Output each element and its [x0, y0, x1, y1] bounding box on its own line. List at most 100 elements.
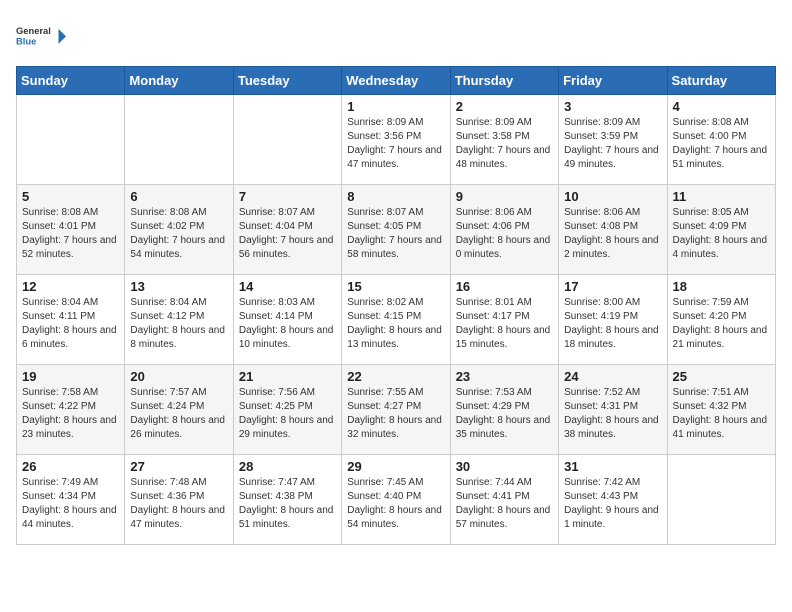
- calendar-cell: 9Sunrise: 8:06 AM Sunset: 4:06 PM Daylig…: [450, 185, 558, 275]
- calendar-cell: 29 Sunrise: 7:45 AM Sunset: 4:40 PM Dayli…: [342, 455, 450, 545]
- weekday-header: Wednesday: [342, 67, 450, 95]
- day-info: Sunrise: 8:05 AM Sunset: 4:09 PM Dayligh…: [673, 206, 770, 262]
- day-info: Sunrise: 8:06 AM Sunset: 4:08 PM Dayligh…: [564, 206, 661, 262]
- calendar-cell: 16Sunrise: 8:01 AM Sunset: 4:17 PM Dayli…: [450, 275, 558, 365]
- day-number: 7: [239, 189, 336, 204]
- logo: General Blue: [16, 16, 66, 58]
- day-number: 22: [347, 369, 444, 384]
- day-info: Sunrise: 7:52 AM Sunset: 4:31 PM Dayligh…: [564, 386, 661, 442]
- day-number: 25: [673, 369, 770, 384]
- weekday-header: Monday: [125, 67, 233, 95]
- calendar-cell: 11 Sunrise: 8:05 AM Sunset: 4:09 PM Dayli…: [667, 185, 775, 275]
- day-info: Sunrise: 8:09 AM Sunset: 3:56 PM Dayligh…: [347, 116, 444, 172]
- calendar-cell: 19Sunrise: 7:58 AM Sunset: 4:22 PM Dayli…: [17, 365, 125, 455]
- day-info: Sunrise: 8:07 AM Sunset: 4:04 PM Dayligh…: [239, 206, 336, 262]
- day-info: Sunrise: 7:56 AM Sunset: 4:25 PM Dayligh…: [239, 386, 336, 442]
- day-number: 6: [130, 189, 227, 204]
- day-number: 10: [564, 189, 661, 204]
- day-info: Sunrise: 7:58 AM Sunset: 4:22 PM Dayligh…: [22, 386, 119, 442]
- calendar-cell: 4Sunrise: 8:08 AM Sunset: 4:00 PM Daylig…: [667, 95, 775, 185]
- calendar-cell: [233, 95, 341, 185]
- calendar-cell: 10 Sunrise: 8:06 AM Sunset: 4:08 PM Dayli…: [559, 185, 667, 275]
- day-info: Sunrise: 8:08 AM Sunset: 4:01 PM Dayligh…: [22, 206, 119, 262]
- day-number: 11: [673, 189, 770, 204]
- calendar-cell: 20Sunrise: 7:57 AM Sunset: 4:24 PM Dayli…: [125, 365, 233, 455]
- calendar-cell: 26 Sunrise: 7:49 AM Sunset: 4:34 PM Dayli…: [17, 455, 125, 545]
- calendar-cell: 24 Sunrise: 7:52 AM Sunset: 4:31 PM Dayli…: [559, 365, 667, 455]
- calendar-cell: 8 Sunrise: 8:07 AM Sunset: 4:05 PM Daylig…: [342, 185, 450, 275]
- calendar-cell: 28 Sunrise: 7:47 AM Sunset: 4:38 PM Dayli…: [233, 455, 341, 545]
- calendar-cell: 25 Sunrise: 7:51 AM Sunset: 4:32 PM Dayli…: [667, 365, 775, 455]
- calendar-week-row: 1 Sunrise: 8:09 AM Sunset: 3:56 PM Daylig…: [17, 95, 776, 185]
- day-number: 30: [456, 459, 553, 474]
- day-number: 15: [347, 279, 444, 294]
- day-number: 5: [22, 189, 119, 204]
- day-info: Sunrise: 8:04 AM Sunset: 4:12 PM Dayligh…: [130, 296, 227, 352]
- calendar-week-row: 19Sunrise: 7:58 AM Sunset: 4:22 PM Dayli…: [17, 365, 776, 455]
- day-info: Sunrise: 7:48 AM Sunset: 4:36 PM Dayligh…: [130, 476, 227, 532]
- calendar-cell: 12Sunrise: 8:04 AM Sunset: 4:11 PM Dayli…: [17, 275, 125, 365]
- day-number: 21: [239, 369, 336, 384]
- day-number: 17: [564, 279, 661, 294]
- calendar-cell: 30 Sunrise: 7:44 AM Sunset: 4:41 PM Dayli…: [450, 455, 558, 545]
- day-number: 14: [239, 279, 336, 294]
- day-info: Sunrise: 8:09 AM Sunset: 3:59 PM Dayligh…: [564, 116, 661, 172]
- calendar-cell: 6Sunrise: 8:08 AM Sunset: 4:02 PM Daylig…: [125, 185, 233, 275]
- calendar-cell: 1 Sunrise: 8:09 AM Sunset: 3:56 PM Daylig…: [342, 95, 450, 185]
- weekday-header: Saturday: [667, 67, 775, 95]
- day-number: 8: [347, 189, 444, 204]
- day-info: Sunrise: 7:42 AM Sunset: 4:43 PM Dayligh…: [564, 476, 661, 532]
- calendar-cell: 15 Sunrise: 8:02 AM Sunset: 4:15 PM Dayli…: [342, 275, 450, 365]
- day-number: 12: [22, 279, 119, 294]
- day-info: Sunrise: 7:49 AM Sunset: 4:34 PM Dayligh…: [22, 476, 119, 532]
- calendar-week-row: 5 Sunrise: 8:08 AM Sunset: 4:01 PM Daylig…: [17, 185, 776, 275]
- day-number: 27: [130, 459, 227, 474]
- weekday-header-row: SundayMondayTuesdayWednesdayThursdayFrid…: [17, 67, 776, 95]
- day-number: 13: [130, 279, 227, 294]
- calendar-cell: [17, 95, 125, 185]
- calendar-cell: 23Sunrise: 7:53 AM Sunset: 4:29 PM Dayli…: [450, 365, 558, 455]
- calendar-cell: 27 Sunrise: 7:48 AM Sunset: 4:36 PM Dayli…: [125, 455, 233, 545]
- day-info: Sunrise: 8:02 AM Sunset: 4:15 PM Dayligh…: [347, 296, 444, 352]
- day-info: Sunrise: 7:47 AM Sunset: 4:38 PM Dayligh…: [239, 476, 336, 532]
- day-info: Sunrise: 8:07 AM Sunset: 4:05 PM Dayligh…: [347, 206, 444, 262]
- day-info: Sunrise: 7:59 AM Sunset: 4:20 PM Dayligh…: [673, 296, 770, 352]
- calendar-cell: 22 Sunrise: 7:55 AM Sunset: 4:27 PM Dayli…: [342, 365, 450, 455]
- day-info: Sunrise: 7:51 AM Sunset: 4:32 PM Dayligh…: [673, 386, 770, 442]
- calendar-week-row: 26 Sunrise: 7:49 AM Sunset: 4:34 PM Dayli…: [17, 455, 776, 545]
- day-info: Sunrise: 7:57 AM Sunset: 4:24 PM Dayligh…: [130, 386, 227, 442]
- calendar-cell: 17Sunrise: 8:00 AM Sunset: 4:19 PM Dayli…: [559, 275, 667, 365]
- calendar-table: SundayMondayTuesdayWednesdayThursdayFrid…: [16, 66, 776, 545]
- day-number: 3: [564, 99, 661, 114]
- weekday-header: Sunday: [17, 67, 125, 95]
- logo-svg: General Blue: [16, 16, 66, 58]
- day-info: Sunrise: 7:44 AM Sunset: 4:41 PM Dayligh…: [456, 476, 553, 532]
- day-number: 24: [564, 369, 661, 384]
- day-number: 31: [564, 459, 661, 474]
- day-number: 9: [456, 189, 553, 204]
- day-info: Sunrise: 7:45 AM Sunset: 4:40 PM Dayligh…: [347, 476, 444, 532]
- day-info: Sunrise: 7:55 AM Sunset: 4:27 PM Dayligh…: [347, 386, 444, 442]
- day-number: 29: [347, 459, 444, 474]
- calendar-cell: 31 Sunrise: 7:42 AM Sunset: 4:43 PM Dayli…: [559, 455, 667, 545]
- day-number: 26: [22, 459, 119, 474]
- calendar-cell: 2Sunrise: 8:09 AM Sunset: 3:58 PM Daylig…: [450, 95, 558, 185]
- calendar-cell: 7 Sunrise: 8:07 AM Sunset: 4:04 PM Daylig…: [233, 185, 341, 275]
- svg-text:General: General: [16, 26, 51, 36]
- calendar-cell: [125, 95, 233, 185]
- calendar-cell: 13 Sunrise: 8:04 AM Sunset: 4:12 PM Dayli…: [125, 275, 233, 365]
- calendar-cell: 14Sunrise: 8:03 AM Sunset: 4:14 PM Dayli…: [233, 275, 341, 365]
- weekday-header: Friday: [559, 67, 667, 95]
- day-number: 18: [673, 279, 770, 294]
- calendar-cell: 18 Sunrise: 7:59 AM Sunset: 4:20 PM Dayli…: [667, 275, 775, 365]
- day-number: 2: [456, 99, 553, 114]
- weekday-header: Tuesday: [233, 67, 341, 95]
- calendar-cell: 3 Sunrise: 8:09 AM Sunset: 3:59 PM Daylig…: [559, 95, 667, 185]
- day-number: 1: [347, 99, 444, 114]
- calendar-cell: 5 Sunrise: 8:08 AM Sunset: 4:01 PM Daylig…: [17, 185, 125, 275]
- day-number: 23: [456, 369, 553, 384]
- weekday-header: Thursday: [450, 67, 558, 95]
- calendar-cell: [667, 455, 775, 545]
- day-number: 28: [239, 459, 336, 474]
- calendar-cell: 21 Sunrise: 7:56 AM Sunset: 4:25 PM Dayli…: [233, 365, 341, 455]
